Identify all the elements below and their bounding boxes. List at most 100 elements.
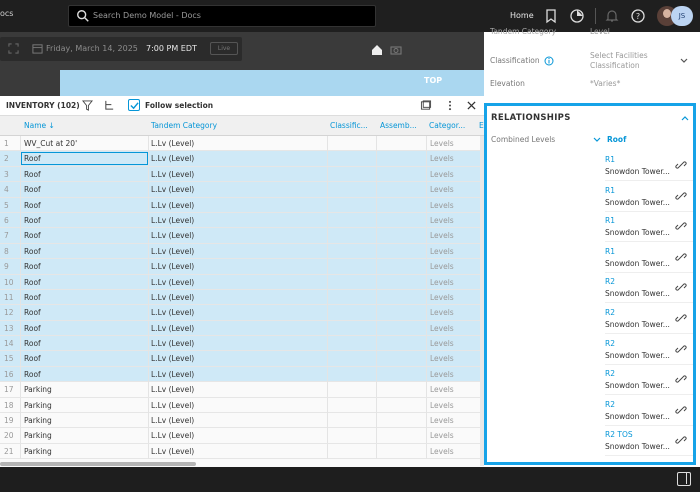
close-icon[interactable] <box>467 101 476 110</box>
classification-value-line1[interactable]: Select Facilities <box>590 51 648 60</box>
relationship-level[interactable]: R1 <box>605 247 615 256</box>
relationship-group-label[interactable]: Roof <box>607 135 626 144</box>
relationship-level[interactable]: R2 <box>605 308 615 317</box>
column-header-classification[interactable]: Classific... <box>330 121 368 130</box>
relationship-level[interactable]: R1 <box>605 155 615 164</box>
expand-icon[interactable] <box>8 43 19 54</box>
chevron-down-icon[interactable] <box>680 57 688 65</box>
table-row[interactable]: 21 Parking L.Lv (Level) Levels <box>0 443 484 460</box>
unlink-icon[interactable] <box>675 343 687 355</box>
relationship-item[interactable]: R1 Snowdon Tower... <box>605 152 693 181</box>
relationship-item[interactable]: R2 Snowdon Tower... <box>605 366 693 396</box>
unlink-icon[interactable] <box>675 373 687 385</box>
relationship-item[interactable]: R1 Snowdon Tower... <box>605 244 693 273</box>
relationships-section: RELATIONSHIPS Combined Levels Roof R1 Sno… <box>484 103 696 465</box>
unlink-icon[interactable] <box>675 281 687 293</box>
table-row[interactable]: 10 Roof L.Lv (Level) Levels <box>0 274 484 290</box>
relationship-level[interactable]: R2 <box>605 400 615 409</box>
columns-icon[interactable] <box>420 100 432 111</box>
unlink-icon[interactable] <box>675 220 687 232</box>
relationship-level[interactable]: R3 <box>605 461 615 462</box>
relationship-level[interactable]: R2 TOS <box>605 430 633 439</box>
viewcube-top[interactable]: TOP <box>424 76 442 85</box>
column-header-assembly[interactable]: Assemb... <box>380 121 417 130</box>
unlink-icon[interactable] <box>675 312 687 324</box>
unlink-icon[interactable] <box>675 404 687 416</box>
relationship-level[interactable]: R2 <box>605 277 615 286</box>
cell-divider <box>426 197 427 213</box>
column-header-tandem-category[interactable]: Tandem Category <box>151 121 217 130</box>
relationship-level[interactable]: R1 <box>605 186 615 195</box>
app-name[interactable]: ocs <box>0 9 13 18</box>
cell-name: Roof <box>24 323 41 333</box>
chevron-down-icon[interactable] <box>593 136 601 144</box>
unlink-icon[interactable] <box>675 159 687 171</box>
bell-icon[interactable] <box>604 8 620 24</box>
classification-value-line2[interactable]: Classification <box>590 61 640 70</box>
home-icon[interactable] <box>371 44 383 56</box>
row-number: 13 <box>4 323 14 333</box>
table-row[interactable]: 3 Roof L.Lv (Level) Levels <box>0 166 484 183</box>
dashboard-icon[interactable] <box>569 8 585 24</box>
search-input[interactable]: Search Demo Model - Docs <box>68 5 376 27</box>
active-cell[interactable] <box>21 152 148 166</box>
calendar-icon[interactable] <box>32 43 43 54</box>
user-initials-badge[interactable]: JS <box>671 6 693 26</box>
follow-selection-label[interactable]: Follow selection <box>145 101 213 110</box>
cell-divider <box>426 289 427 305</box>
table-row[interactable]: 2 Roof L.Lv (Level) Levels <box>0 151 484 167</box>
inventory-title: INVENTORY (102) <box>6 101 80 110</box>
table-row[interactable]: 1 WV_Cut at 20' L.Lv (Level) Levels <box>0 136 484 152</box>
relationship-item[interactable]: R2 Snowdon Tower... <box>605 336 693 365</box>
unlink-icon[interactable] <box>675 434 687 446</box>
live-button[interactable]: Live <box>210 42 238 55</box>
table-row[interactable]: 4 Roof L.Lv (Level) Levels <box>0 182 484 198</box>
relationship-item[interactable]: R2 Snowdon Tower... <box>605 397 693 426</box>
table-row[interactable]: 9 Roof L.Lv (Level) Levels <box>0 259 484 275</box>
table-row[interactable]: 12 Roof L.Lv (Level) Levels <box>0 305 484 321</box>
timeline-date[interactable]: Friday, March 14, 2025 <box>46 44 138 53</box>
hierarchy-icon[interactable] <box>104 100 115 111</box>
relationship-item[interactable]: R2 TOS Snowdon Tower... <box>605 427 693 457</box>
table-row[interactable]: 5 Roof L.Lv (Level) Levels <box>0 197 484 213</box>
table-row[interactable]: 7 Roof L.Lv (Level) Levels <box>0 228 484 244</box>
tandem-category-value[interactable]: Level <box>590 27 610 36</box>
column-header-name[interactable]: Name ↓ <box>24 121 55 130</box>
table-row[interactable]: 19 Parking L.Lv (Level) Levels <box>0 413 484 429</box>
table-row[interactable]: 18 Parking L.Lv (Level) Levels <box>0 397 484 414</box>
relationship-item[interactable]: R2 Snowdon Tower... <box>605 274 693 304</box>
more-options-icon[interactable] <box>445 100 455 111</box>
unlink-icon[interactable] <box>675 251 687 263</box>
chevron-up-icon[interactable] <box>681 114 689 122</box>
panel-toggle-icon[interactable] <box>677 472 691 486</box>
unlink-icon[interactable] <box>675 190 687 202</box>
table-row[interactable]: 13 Roof L.Lv (Level) Levels <box>0 320 484 337</box>
table-row[interactable]: 11 Roof L.Lv (Level) Levels <box>0 289 484 306</box>
table-row[interactable]: 16 Roof L.Lv (Level) Levels <box>0 366 484 383</box>
relationship-level[interactable]: R2 <box>605 369 615 378</box>
table-row[interactable]: 8 Roof L.Lv (Level) Levels <box>0 243 484 260</box>
horizontal-scrollbar[interactable] <box>0 462 196 466</box>
bookmark-icon[interactable] <box>543 8 559 24</box>
table-row[interactable]: 20 Parking L.Lv (Level) Levels <box>0 428 484 444</box>
relationship-item[interactable]: R3 <box>605 458 693 462</box>
filter-icon[interactable] <box>82 100 93 111</box>
column-header-category[interactable]: Categor... <box>429 121 465 130</box>
follow-selection-checkbox[interactable] <box>128 99 140 111</box>
table-row[interactable]: 15 Roof L.Lv (Level) Levels <box>0 351 484 367</box>
help-icon[interactable]: ? <box>630 8 646 24</box>
relationship-item[interactable]: R1 Snowdon Tower... <box>605 213 693 243</box>
table-row[interactable]: 14 Roof L.Lv (Level) Levels <box>0 336 484 352</box>
table-row[interactable]: 17 Parking L.Lv (Level) Levels <box>0 382 484 398</box>
relationship-item[interactable]: R1 Snowdon Tower... <box>605 183 693 212</box>
cell-divider <box>327 136 328 151</box>
camera-icon[interactable] <box>390 44 402 56</box>
relationship-level[interactable]: R2 <box>605 339 615 348</box>
relationship-item[interactable]: R2 Snowdon Tower... <box>605 305 693 334</box>
info-icon[interactable] <box>544 56 554 66</box>
relationship-level[interactable]: R1 <box>605 216 615 225</box>
table-row[interactable]: 6 Roof L.Lv (Level) Levels <box>0 212 484 229</box>
timeline-time[interactable]: 7:00 PM EDT <box>146 44 197 53</box>
relationships-title[interactable]: RELATIONSHIPS <box>491 113 571 123</box>
home-link[interactable]: Home <box>510 11 534 20</box>
